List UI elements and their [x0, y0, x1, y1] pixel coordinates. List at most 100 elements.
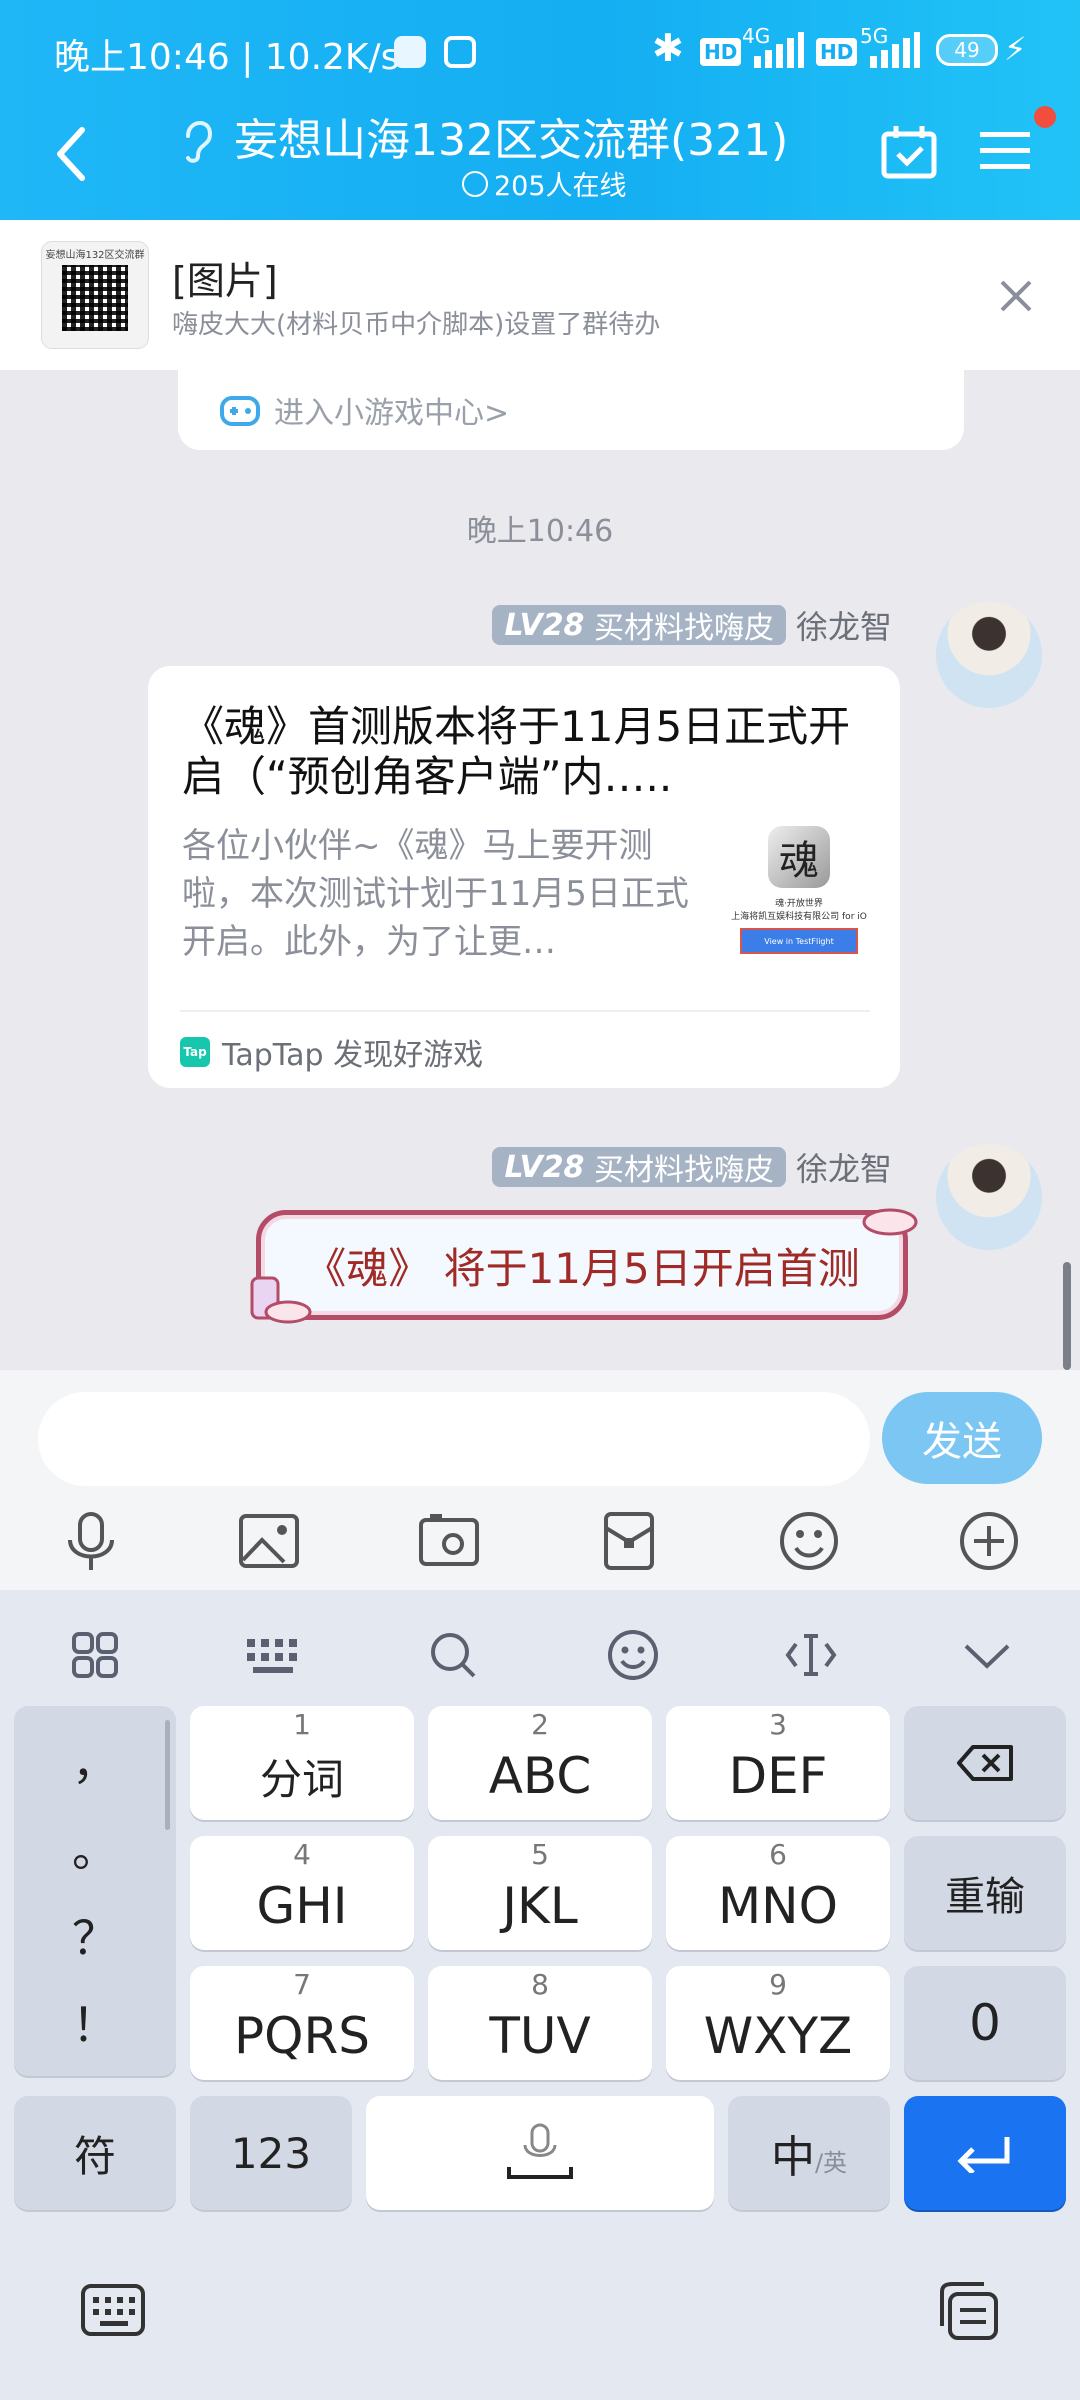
notification-icon	[394, 36, 426, 68]
pinned-subtitle: 嗨皮大大(材料贝币中介脚本)设置了群待办	[172, 310, 661, 340]
lang-main: 中	[770, 2132, 815, 2183]
key-2[interactable]: 2 ABC	[428, 1706, 652, 1820]
toolbar-microphone[interactable]	[60, 1510, 122, 1572]
hamburger-icon	[980, 132, 1030, 169]
message-timestamp: 晚上10:46	[466, 514, 614, 549]
key-1[interactable]: 1 分词	[190, 1706, 414, 1820]
thumb-testflight-button: View in TestFlight	[740, 928, 858, 954]
card-source-label: TapTap 发现好游戏	[222, 1038, 484, 1073]
punct-exclaim[interactable]: ！	[72, 1989, 118, 2055]
key-8[interactable]: 8 TUV	[428, 1966, 652, 2080]
emoji-keyboard-icon[interactable]	[598, 1620, 668, 1690]
pinned-todo-bar[interactable]: 妄想山海132区交流群 [图片] 嗨皮大大(材料贝币中介脚本)设置了群待办	[0, 220, 1080, 370]
plus-icon	[960, 1512, 1018, 1570]
clipboard-button[interactable]	[934, 2280, 1000, 2342]
close-icon	[1000, 280, 1032, 312]
app-notification-icon	[444, 36, 476, 68]
signal-icon-1	[752, 32, 804, 68]
thumb-caption: 妄想山海132区交流群	[45, 250, 145, 261]
bluetooth-icon: ✱	[652, 26, 684, 70]
numbers-key[interactable]: 123	[190, 2096, 352, 2210]
back-button[interactable]	[52, 124, 92, 184]
thumb-app-name: 魂·开放世界	[775, 899, 823, 909]
sender-row-1: LV28 买材料找嗨皮 徐龙智	[492, 602, 892, 648]
key-6[interactable]: 6 MNO	[666, 1836, 890, 1950]
ear-mode-icon[interactable]	[180, 114, 214, 164]
key-4[interactable]: 4 GHI	[190, 1836, 414, 1950]
key-5[interactable]: 5 JKL	[428, 1836, 652, 1950]
toolbar-camera[interactable]	[418, 1510, 480, 1572]
image-icon	[239, 1514, 299, 1568]
battery-icon: 49	[936, 34, 998, 66]
emoji-icon	[780, 1512, 838, 1570]
punct-comma[interactable]: ，	[72, 1727, 118, 1793]
qr-code	[62, 265, 128, 331]
key-9[interactable]: 9 WXYZ	[666, 1966, 890, 2080]
chat-header: 晚上10:46 | 10.2K/s ✱ HD 4G HD 5G 49 ⚡ 妄想山…	[0, 0, 1080, 220]
calendar-check-icon[interactable]	[880, 124, 938, 180]
apps-grid-icon[interactable]	[60, 1620, 130, 1690]
search-icon[interactable]	[418, 1620, 488, 1690]
pinned-thumbnail[interactable]: 妄想山海132区交流群	[42, 242, 148, 348]
collapse-keyboard-icon[interactable]	[952, 1620, 1022, 1690]
member-level-badge: LV28 买材料找嗨皮	[492, 605, 786, 646]
toolbar-image[interactable]	[238, 1510, 300, 1572]
toolbar-emoji[interactable]	[778, 1510, 840, 1572]
space-key[interactable]	[366, 2096, 714, 2210]
online-count[interactable]: 205人在线	[462, 164, 627, 203]
zero-key[interactable]: 0	[904, 1966, 1066, 2080]
voice-space-icon	[507, 2123, 573, 2179]
lang-sub: /英	[814, 2148, 848, 2177]
sender-name[interactable]: 徐龙智	[796, 1144, 892, 1190]
pinned-title: [图片]	[172, 259, 278, 303]
sender-row-2: LV28 买材料找嗨皮 徐龙智	[492, 1144, 892, 1190]
sender-name[interactable]: 徐龙智	[796, 602, 892, 648]
decorated-text-bubble[interactable]: 《魂》 将于11月5日开启首测	[256, 1210, 908, 1320]
status-time: 晚上10:46 | 10.2K/s	[54, 37, 400, 78]
clipboard-icon	[940, 2282, 998, 2340]
red-packet-icon	[604, 1512, 654, 1570]
bubble-text: 《魂》 将于11月5日开启首测	[304, 1243, 860, 1293]
switch-keyboard-button[interactable]	[80, 2282, 146, 2338]
hd-badge-2: HD	[816, 38, 858, 66]
chat-messages[interactable]: 进入小游戏中心> 晚上10:46 LV28 买材料找嗨皮 徐龙智 《魂》首测版本…	[0, 370, 1080, 1370]
bubble-decoration-right	[860, 1204, 920, 1244]
signal-icon-2	[868, 32, 920, 68]
backspace-key[interactable]	[904, 1706, 1066, 1820]
camera-icon	[419, 1514, 479, 1566]
battery-level: 49	[954, 38, 980, 62]
shared-link-card[interactable]: 《魂》首测版本将于11月5日正式开启（“预创角客户端”内….. 各位小伙伴~《魂…	[148, 666, 900, 1088]
toolbar-red-packet[interactable]	[598, 1510, 660, 1572]
member-level-badge: LV28 买材料找嗨皮	[492, 1147, 786, 1188]
punctuation-panel[interactable]: ， 。 ？ ！	[14, 1706, 176, 2076]
enter-icon	[957, 2137, 1010, 2173]
punct-period[interactable]: 。	[72, 1814, 118, 1880]
message-input[interactable]	[38, 1392, 870, 1486]
menu-button[interactable]	[978, 126, 1032, 176]
game-center-card[interactable]: 进入小游戏中心>	[178, 370, 964, 450]
bubble-decoration-left	[244, 1264, 314, 1328]
avatar[interactable]	[936, 1144, 1042, 1250]
keyboard-layout-icon[interactable]	[238, 1620, 308, 1690]
enter-key[interactable]	[904, 2096, 1066, 2210]
unread-dot	[1034, 106, 1056, 128]
reenter-key[interactable]: 重输	[904, 1836, 1066, 1950]
toolbar-plus[interactable]	[958, 1510, 1020, 1572]
punct-scrollbar	[165, 1720, 170, 1830]
game-center-link[interactable]: 进入小游戏中心>	[274, 388, 509, 432]
online-count-label: 205人在线	[494, 171, 627, 202]
card-title: 《魂》首测版本将于11月5日正式开启（“预创角客户端”内…..	[182, 702, 851, 801]
key-3[interactable]: 3 DEF	[666, 1706, 890, 1820]
cursor-move-icon[interactable]	[776, 1620, 846, 1690]
charging-icon: ⚡	[1004, 30, 1027, 68]
send-button[interactable]: 发送	[882, 1392, 1042, 1484]
group-title[interactable]: 妄想山海132区交流群(321)	[234, 104, 788, 168]
key-7[interactable]: 7 PQRS	[190, 1966, 414, 2080]
scrollbar[interactable]	[1063, 1262, 1071, 1370]
avatar[interactable]	[936, 602, 1042, 708]
symbol-key[interactable]: 符	[14, 2096, 176, 2210]
close-pinned-button[interactable]	[996, 276, 1036, 316]
punct-question[interactable]: ？	[72, 1902, 118, 1968]
language-toggle-key[interactable]: 中/英	[728, 2096, 890, 2210]
backspace-icon	[957, 1745, 1013, 1781]
